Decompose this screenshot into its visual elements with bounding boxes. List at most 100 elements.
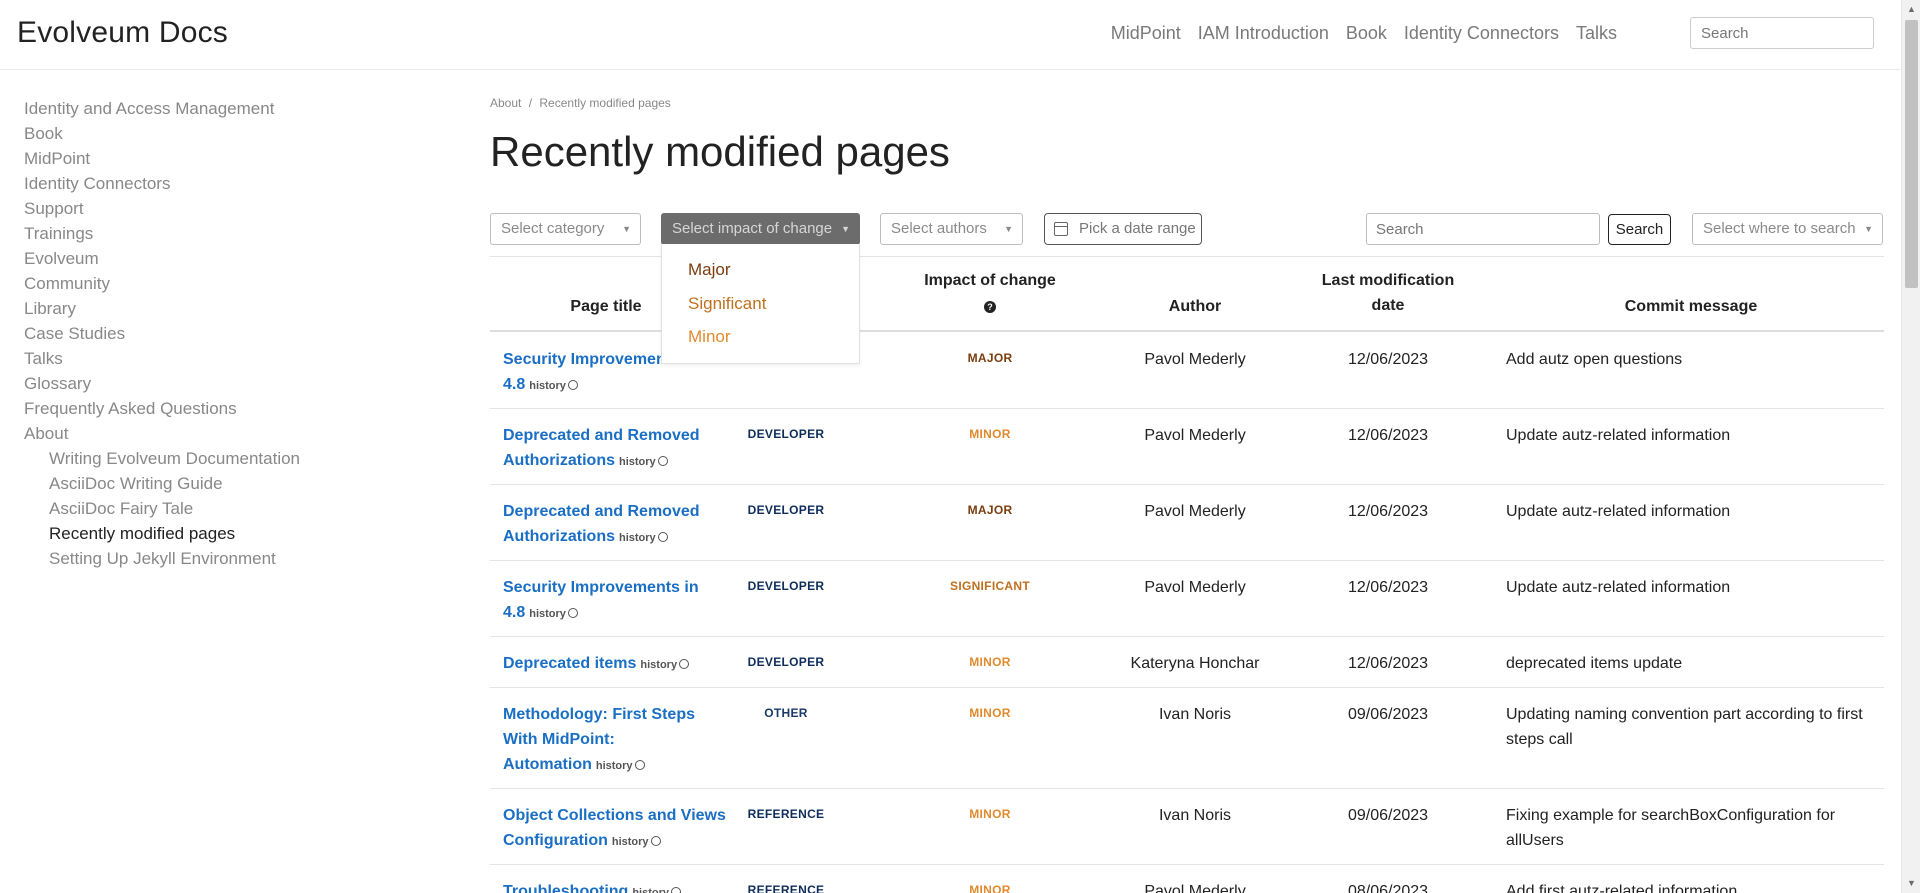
page-title-cell: Troubleshooting history (503, 879, 733, 893)
dropdown-option-minor[interactable]: Minor (688, 327, 731, 347)
page-title-link[interactable]: Authorizations (503, 528, 615, 545)
topnav-book[interactable]: Book (1346, 23, 1387, 44)
sidebar-item-evolveum[interactable]: Evolveum (24, 246, 404, 271)
topnav-iam-introduction[interactable]: IAM Introduction (1198, 23, 1329, 44)
question-icon[interactable]: ? (984, 301, 996, 313)
date-cell: 12/06/2023 (1347, 503, 1429, 520)
page-title-link[interactable]: 4.8 (503, 604, 525, 621)
sidebar-subitem-recently-modified-pages[interactable]: Recently modified pages (24, 521, 404, 546)
brand-title[interactable]: Evolveum Docs (17, 16, 228, 50)
sidebar-subitem-asciidoc-writing-guide[interactable]: AsciiDoc Writing Guide (24, 471, 404, 496)
sidebar-item-book[interactable]: Book (24, 121, 404, 146)
top-search-input[interactable] (1690, 17, 1874, 49)
history-label: history (619, 456, 656, 468)
topnav-identity-connectors[interactable]: Identity Connectors (1404, 23, 1559, 44)
commit-message-cell: Add first autz-related information (1506, 883, 1738, 893)
page-title-link[interactable]: Configuration (503, 832, 608, 849)
history-link[interactable]: history (529, 608, 578, 620)
history-link[interactable]: history (619, 456, 668, 468)
topnav-talks[interactable]: Talks (1576, 23, 1617, 44)
category-select[interactable]: Select category ▼ (490, 213, 641, 245)
history-link[interactable]: history (632, 887, 682, 893)
author-cell: Ivan Noris (1158, 807, 1232, 824)
page-title: Recently modified pages (490, 128, 950, 175)
sidebar-item-trainings[interactable]: Trainings (24, 221, 404, 246)
history-link[interactable]: history (619, 532, 668, 544)
impact-badge: MINOR (969, 883, 1011, 893)
header-impact[interactable]: Impact of change ? (910, 268, 1070, 318)
page-title-link[interactable]: Object Collections and Views (503, 807, 726, 824)
authors-select[interactable]: Select authors ▼ (880, 213, 1023, 245)
sidebar-subitem-asciidoc-fairy-tale[interactable]: AsciiDoc Fairy Tale (24, 496, 404, 521)
dropdown-option-major[interactable]: Major (688, 260, 731, 280)
header-author[interactable]: Author (1095, 294, 1295, 319)
history-label: history (632, 887, 670, 893)
impact-badge: MINOR (969, 655, 1011, 669)
page-title-link[interactable]: Deprecated and Removed (503, 503, 700, 520)
search-button[interactable]: Search (1608, 214, 1671, 245)
date-cell: 12/06/2023 (1347, 351, 1429, 368)
github-icon (657, 532, 668, 542)
sidebar-subitem-setting-up-jekyll-environment[interactable]: Setting Up Jekyll Environment (24, 546, 404, 571)
sidebar-item-community[interactable]: Community (24, 271, 404, 296)
page-title-link[interactable]: Deprecated items (503, 655, 636, 672)
page-title-link[interactable]: Authorizations (503, 452, 615, 469)
sidebar-item-talks[interactable]: Talks (24, 346, 404, 371)
history-link[interactable]: history (596, 760, 645, 772)
sidebar-item-identity-connectors[interactable]: Identity Connectors (24, 171, 404, 196)
history-link[interactable]: history (529, 380, 578, 392)
breadcrumb-current: Recently modified pages (539, 96, 671, 110)
breadcrumb-about[interactable]: About (490, 96, 521, 110)
github-icon (679, 659, 690, 669)
impact-select[interactable]: Select impact of change ▼ (661, 213, 860, 245)
github-icon (567, 608, 578, 618)
table-row: Deprecated and Removed Authorizations hist… (490, 409, 1884, 485)
page-title-cell: Deprecated and Removed Authorizations hist… (503, 499, 733, 551)
github-icon (650, 836, 661, 846)
header-commit-message[interactable]: Commit message (1506, 294, 1876, 319)
scrollbar-thumb[interactable] (1905, 20, 1918, 288)
sidebar-item-frequently-asked-questions[interactable]: Frequently Asked Questions (24, 396, 404, 421)
history-label: history (529, 380, 566, 392)
category-select-label: Select category (501, 220, 605, 237)
sidebar-item-about[interactable]: About (24, 421, 404, 446)
history-link[interactable]: history (612, 836, 661, 848)
commit-message-cell: Add autz open questions (1506, 351, 1683, 368)
sidebar: Identity and Access Management Book MidPoi… (24, 96, 404, 571)
page-title-cell: Deprecated items history (503, 651, 733, 678)
sidebar-item-identity-and-access-management[interactable]: Identity and Access Management (24, 96, 404, 121)
sidebar-item-glossary[interactable]: Glossary (24, 371, 404, 396)
author-cell: Pavol Mederly (1144, 579, 1246, 596)
sidebar-subitem-writing-evolveum-documentation[interactable]: Writing Evolveum Documentation (24, 446, 404, 471)
sidebar-item-midpoint[interactable]: MidPoint (24, 146, 404, 171)
table-row: Troubleshooting history REFERENCE MINOR Pavo… (490, 865, 1884, 893)
commit-message-cell: Fixing example for searchBoxConfiguratio… (1506, 807, 1836, 849)
history-link[interactable]: history (640, 659, 690, 671)
page-title-link[interactable]: 4.8 (503, 376, 525, 393)
page-search-input[interactable] (1366, 213, 1600, 245)
page-title-link[interactable]: Security Improvements in (503, 579, 699, 596)
where-to-search-select[interactable]: Select where to search ▼ (1692, 213, 1883, 245)
scroll-down-icon[interactable]: ▼ (1907, 878, 1916, 888)
sidebar-item-library[interactable]: Library (24, 296, 404, 321)
sidebar-item-case-studies[interactable]: Case Studies (24, 321, 404, 346)
page-title-link[interactable]: With MidPoint: (503, 731, 615, 748)
sidebar-item-support[interactable]: Support (24, 196, 404, 221)
page-type-badge: REFERENCE (747, 883, 825, 893)
page-scrollbar[interactable]: ▲ ▼ (1901, 0, 1920, 893)
page-title-link[interactable]: Deprecated and Removed (503, 427, 700, 444)
top-bar: Evolveum Docs MidPoint IAM Introduction … (0, 0, 1900, 70)
page-title-link[interactable]: Methodology: First Steps (503, 706, 695, 723)
header-impact-label: Impact of change (924, 272, 1056, 289)
header-last-modification[interactable]: Last modification date (1298, 268, 1478, 318)
date-range-picker[interactable]: Pick a date range (1044, 213, 1202, 245)
topnav-midpoint[interactable]: MidPoint (1111, 23, 1181, 44)
history-label: history (529, 608, 566, 620)
dropdown-option-significant[interactable]: Significant (688, 294, 766, 314)
scroll-up-icon[interactable]: ▲ (1907, 4, 1916, 14)
date-range-placeholder: Pick a date range (1079, 220, 1196, 237)
page-title-link[interactable]: Troubleshooting (503, 883, 628, 893)
page-title-link[interactable]: Automation (503, 756, 592, 773)
impact-badge: MINOR (969, 807, 1011, 821)
commit-message-cell: Updating naming convention part accordin… (1506, 706, 1863, 748)
